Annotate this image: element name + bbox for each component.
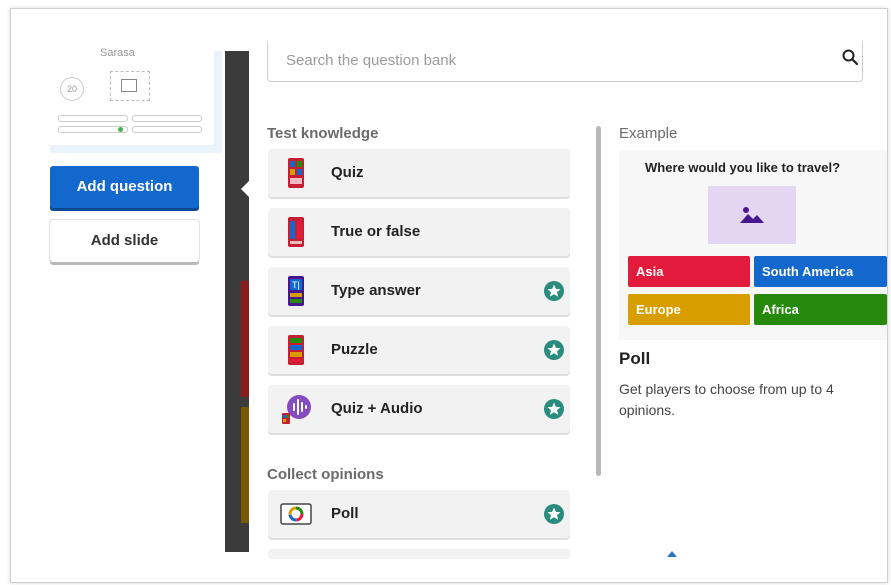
question-type-label: True or false [331,223,421,240]
premium-star-icon [544,281,564,301]
search-input[interactable] [284,45,808,75]
true-false-icon [288,217,304,247]
example-answer-asia: Asia [628,256,750,287]
slide-answer-bar [132,115,202,122]
question-type-true-false[interactable]: True or false [268,208,570,256]
app-window: Sarasa 20 Add question Add slide Test kn… [10,8,888,583]
add-question-button[interactable]: Add question [50,166,199,208]
search-icon[interactable] [842,49,858,65]
image-icon [740,207,764,223]
slide-answer-bar [132,126,202,133]
section-title-test-knowledge: Test knowledge [267,125,379,142]
question-type-puzzle[interactable]: Puzzle [268,326,570,374]
example-type-description: Get players to choose from up to 4 opini… [619,381,834,418]
premium-star-icon [544,340,564,360]
question-type-label: Poll [331,505,359,522]
question-type-type-answer[interactable]: T| Type answer [268,267,570,315]
svg-text:T|: T| [292,280,300,290]
example-question: Where would you like to travel? [645,160,841,175]
canvas-answer-sliver [241,407,249,523]
example-type-title: Poll [619,349,651,368]
question-type-popover: Test knowledge Quiz True or false [249,41,887,559]
question-type-poll[interactable]: Poll [268,490,570,538]
canvas-backdrop [225,51,249,552]
slide-correct-dot [118,127,123,132]
question-type-label: Quiz + Audio [331,400,423,417]
slide-timer: 20 [60,77,84,101]
example-media-placeholder [708,186,796,244]
question-type-quiz[interactable]: Quiz [268,149,570,197]
type-answer-icon: T| [288,276,304,306]
slide-preview: Sarasa 20 [50,47,214,145]
puzzle-icon [288,335,304,365]
example-answer-europe: Europe [628,294,750,325]
question-bank-search [267,41,863,82]
poll-icon [280,503,312,525]
example-preview: Where would you like to travel? Asia Sou… [619,150,887,340]
canvas-answer-sliver [241,281,249,397]
example-answer-africa: Africa [754,294,887,325]
image-icon [121,79,137,92]
premium-star-icon [544,504,564,524]
quiz-icon [288,158,304,188]
quiz-audio-icon [282,395,311,424]
question-type-quiz-audio[interactable]: Quiz + Audio [268,385,570,433]
question-type-label: Puzzle [331,341,378,358]
slide-thumbnail[interactable]: Sarasa 20 [50,47,222,153]
premium-star-icon [544,399,564,419]
slide-image-placeholder [110,71,150,101]
add-slide-button[interactable]: Add slide [50,220,199,262]
example-heading: Example [619,125,678,142]
slide-title: Sarasa [100,47,135,59]
slide-answer-bar [58,115,128,122]
question-type-label: Type answer [331,282,421,299]
arrow-up-icon [667,551,677,557]
example-answer-south-america: South America [754,256,887,287]
list-scrollbar[interactable] [596,126,601,476]
question-type-next[interactable] [268,549,570,559]
question-type-label: Quiz [331,164,364,181]
section-title-collect-opinions: Collect opinions [267,466,384,483]
